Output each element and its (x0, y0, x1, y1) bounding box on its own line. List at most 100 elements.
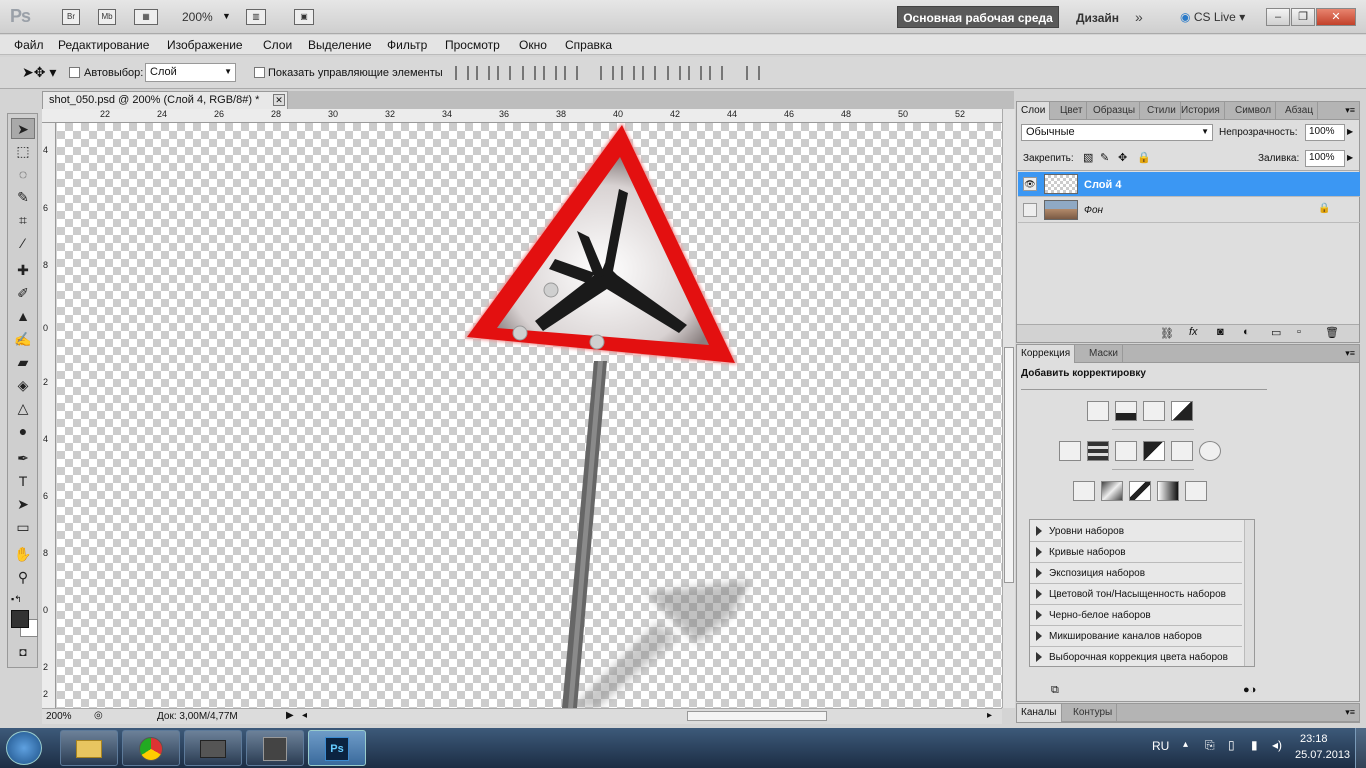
preset-selective-color[interactable]: Выборочная коррекция цвета наборов (1030, 648, 1242, 666)
link-layers-icon[interactable]: ⛓ (1160, 327, 1174, 340)
arrange-documents-icon[interactable]: ▥ (246, 9, 266, 25)
scroll-left-icon[interactable]: ◂ (302, 710, 307, 721)
close-tab-icon[interactable]: ✕ (273, 94, 285, 106)
marquee-tool-icon[interactable]: ⬚ (11, 141, 35, 162)
preset-channel-mixer[interactable]: Микширование каналов наборов (1030, 627, 1242, 647)
preset-curves[interactable]: Кривые наборов (1030, 543, 1242, 563)
document-tab[interactable]: shot_050.psd @ 200% (Слой 4, RGB/8#) * ✕ (42, 91, 288, 109)
menu-filter[interactable]: Фильтр (387, 38, 427, 52)
quick-mask-icon[interactable]: ◘ (11, 642, 35, 663)
distribute-hcenter-icon[interactable] (688, 66, 702, 80)
presets-scrollbar[interactable] (1244, 520, 1254, 666)
photoshop-taskbar-icon[interactable]: Ps (308, 730, 366, 766)
tab-adjustments[interactable]: Коррекция (1017, 345, 1076, 363)
lock-all-icon[interactable]: 🔒 (1137, 151, 1151, 164)
menu-edit[interactable]: Редактирование (58, 38, 149, 52)
zoom-level-select[interactable]: 200% (182, 10, 213, 24)
brush-tool-icon[interactable]: ✐ (11, 283, 35, 304)
align-hcenter-icon[interactable] (543, 66, 557, 80)
tab-swatches[interactable]: Образцы (1089, 102, 1141, 120)
clock-date[interactable]: 25.07.2013 (1295, 749, 1350, 761)
menu-window[interactable]: Окно (519, 38, 547, 52)
tray-expand-icon[interactable]: ▴ (1183, 739, 1188, 750)
panel-menu-icon[interactable]: ▾≡ (1345, 348, 1355, 359)
bridge-button[interactable]: Br (62, 9, 80, 25)
posterize-icon[interactable] (1101, 481, 1123, 501)
layer-row-background[interactable]: Фон 🔒 (1018, 198, 1360, 223)
foreground-color-swatch[interactable] (11, 610, 29, 628)
close-button[interactable]: ✕ (1316, 8, 1356, 26)
zoom-tool-icon[interactable]: ⚲ (11, 567, 35, 588)
distribute-left-icon[interactable] (667, 66, 681, 80)
panel-menu-icon[interactable]: ▾≡ (1345, 707, 1355, 718)
tab-character[interactable]: Символ (1231, 102, 1277, 120)
preset-levels[interactable]: Уровни наборов (1030, 522, 1242, 542)
status-options-icon[interactable]: ◎ (94, 710, 103, 721)
menu-help[interactable]: Справка (565, 38, 612, 52)
align-left-icon[interactable] (522, 66, 536, 80)
tab-masks[interactable]: Маски (1085, 345, 1123, 363)
lock-position-icon[interactable]: ✥ (1118, 151, 1127, 164)
view-extras-icon[interactable]: ▦ (134, 9, 158, 25)
network-icon[interactable]: ▮ (1251, 738, 1258, 752)
eraser-tool-icon[interactable]: ▰ (11, 352, 35, 373)
layer-row-layer4[interactable]: 👁 Слой 4 (1018, 172, 1360, 197)
adjustment-layer-icon[interactable]: ◐ (1243, 326, 1250, 338)
game-taskbar-icon[interactable] (246, 730, 304, 766)
new-group-icon[interactable]: ▭ (1271, 326, 1281, 339)
status-zoom[interactable]: 200% (46, 711, 72, 722)
move-tool-preset-icon[interactable]: ➤✥ ▾ (22, 64, 56, 81)
vibrance-icon[interactable] (1059, 441, 1081, 461)
blur-tool-icon[interactable]: △ (11, 398, 35, 419)
tab-paths[interactable]: Контуры (1069, 704, 1118, 722)
media-taskbar-icon[interactable] (184, 730, 242, 766)
visibility-eye-icon[interactable] (1023, 203, 1037, 217)
hue-saturation-icon[interactable] (1087, 441, 1109, 461)
language-indicator[interactable]: RU (1152, 739, 1169, 753)
minibridge-button[interactable]: Mb (98, 9, 116, 25)
shape-tool-icon[interactable]: ▭ (11, 517, 35, 538)
visibility-eye-icon[interactable]: 👁 (1023, 177, 1037, 191)
preset-black-white[interactable]: Черно-белое наборов (1030, 606, 1242, 626)
exposure-icon[interactable] (1171, 401, 1193, 421)
tab-layers[interactable]: Слои (1017, 102, 1051, 120)
scroll-thumb[interactable] (1004, 347, 1014, 583)
show-transform-controls-checkbox[interactable] (254, 67, 265, 78)
selective-color-icon[interactable] (1185, 481, 1207, 501)
tab-history[interactable]: История (1177, 102, 1225, 120)
show-desktop-button[interactable] (1355, 728, 1366, 768)
layer-name[interactable]: Слой 4 (1084, 179, 1121, 191)
volume-icon[interactable]: ◂) (1272, 738, 1282, 752)
dodge-tool-icon[interactable]: ● (11, 421, 35, 442)
align-right-icon[interactable] (564, 66, 578, 80)
path-selection-tool-icon[interactable]: ➤ (11, 494, 35, 515)
auto-align-layers-icon[interactable] (746, 66, 760, 80)
levels-icon[interactable] (1115, 401, 1137, 421)
eyedropper-tool-icon[interactable]: ⁄ (11, 233, 35, 254)
move-tool-icon[interactable]: ➤ (11, 118, 35, 139)
type-tool-icon[interactable]: T (11, 471, 35, 492)
default-colors-icon[interactable]: ▪↰ (11, 594, 22, 605)
delete-layer-icon[interactable]: 🗑 (1325, 326, 1339, 339)
lock-transparency-icon[interactable]: ▧ (1083, 151, 1093, 164)
chevron-down-icon[interactable]: ▼ (222, 11, 231, 21)
explorer-taskbar-icon[interactable] (60, 730, 118, 766)
menu-file[interactable]: Файл (14, 38, 44, 52)
color-balance-icon[interactable] (1115, 441, 1137, 461)
tray-icon[interactable]: ▯ (1228, 738, 1235, 752)
threshold-icon[interactable] (1129, 481, 1151, 501)
more-workspaces-icon[interactable]: » (1135, 9, 1143, 25)
crop-tool-icon[interactable]: ⌗ (11, 210, 35, 231)
autoselect-target-select[interactable]: Слой ▼ (145, 63, 236, 82)
panel-menu-icon[interactable]: ▾≡ (1345, 105, 1355, 116)
align-vcenter-icon[interactable] (476, 66, 490, 80)
hand-tool-icon[interactable]: ✋ (11, 544, 35, 565)
blend-mode-select[interactable]: Обычные ▼ (1021, 124, 1213, 141)
distribute-right-icon[interactable] (709, 66, 723, 80)
black-white-icon[interactable] (1143, 441, 1165, 461)
new-layer-icon[interactable]: ▫ (1297, 326, 1301, 338)
preset-exposure[interactable]: Экспозиция наборов (1030, 564, 1242, 584)
clock-time[interactable]: 23:18 (1300, 733, 1328, 745)
menu-select[interactable]: Выделение (308, 38, 372, 52)
gradient-map-icon[interactable] (1157, 481, 1179, 501)
